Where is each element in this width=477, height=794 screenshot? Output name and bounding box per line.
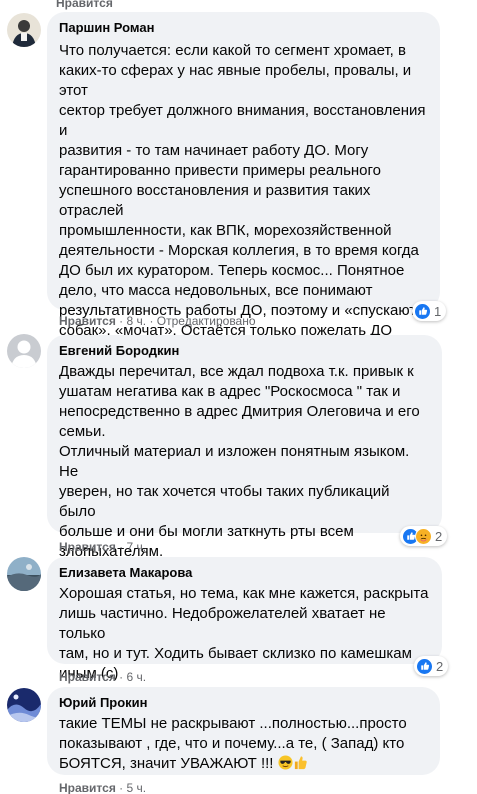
comment-time[interactable]: 6 ч. [127,670,147,684]
comment-time[interactable]: 5 ч. [127,781,147,794]
comment-text: Что получается: если какой то сегмент хр… [59,42,426,379]
comment-bubble: Паршин Роман Что получается: если какой … [47,12,440,379]
separator: · [119,314,124,328]
comment-author[interactable]: Паршин Роман [59,19,428,36]
separator: · [119,540,124,554]
comment-time[interactable]: 8 ч. [127,314,147,328]
separator: · [119,670,124,684]
comment-bubble: Юрий Прокин такие ТЕМЫ не раскрывают ...… [47,687,440,775]
care-reaction-icon [415,527,432,545]
avatar-image [7,13,41,47]
comment-author[interactable]: Евгений Бородкин [59,342,430,359]
reaction-summary[interactable]: 2 [400,526,448,546]
separator: · [149,314,154,328]
comment-actions: Нравится · 6 ч. [59,670,146,684]
reaction-count: 2 [435,528,443,544]
comment-author[interactable]: Юрий Прокин [59,694,428,711]
comment-text: такие ТЕМЫ не раскрывают ...полностью...… [59,714,428,774]
comment-bubble: Евгений Бородкин Дважды перечитал, все ж… [47,335,442,580]
avatar-image [7,688,41,722]
comment-bubble: Елизавета Макарова Хорошая статья, но те… [47,557,442,682]
avatar[interactable] [7,557,41,591]
like-link[interactable]: Нравится [59,670,116,684]
reaction-summary[interactable]: 1 [412,301,447,321]
reaction-count: 1 [434,303,442,319]
comment-text: Хорошая статья, но тема, как мне кажется… [59,585,429,682]
avatar[interactable] [7,13,41,47]
edited-label: Отредактировано [156,314,256,328]
reaction-summary[interactable]: 2 [414,656,449,676]
like-link[interactable]: Нравится [59,540,116,554]
comment-time[interactable]: 7 ч. [127,540,147,554]
like-link[interactable]: Нравится [56,0,113,10]
like-reaction-icon [416,657,433,675]
avatar[interactable] [7,688,41,722]
like-link[interactable]: Нравится [59,781,116,794]
thumbs-up-emoji [294,756,307,770]
comment-actions: Нравится · 8 ч. · Отредактировано [59,314,256,328]
comment-actions: Нравится · 5 ч. [59,781,146,794]
avatar-image [7,557,41,591]
default-avatar-icon [7,334,41,368]
comment-text-body: такие ТЕМЫ не раскрывают ...полностью...… [59,715,407,772]
sunglasses-emoji [278,755,293,770]
like-link[interactable]: Нравится [59,314,116,328]
previous-comment-actions: Нравится [56,0,113,10]
avatar[interactable] [7,334,41,368]
like-reaction-icon [414,302,431,320]
separator: · [119,781,124,794]
comment-author[interactable]: Елизавета Макарова [59,564,430,581]
comment-actions: Нравится · 7 ч. [59,540,146,554]
reaction-count: 2 [436,658,444,674]
